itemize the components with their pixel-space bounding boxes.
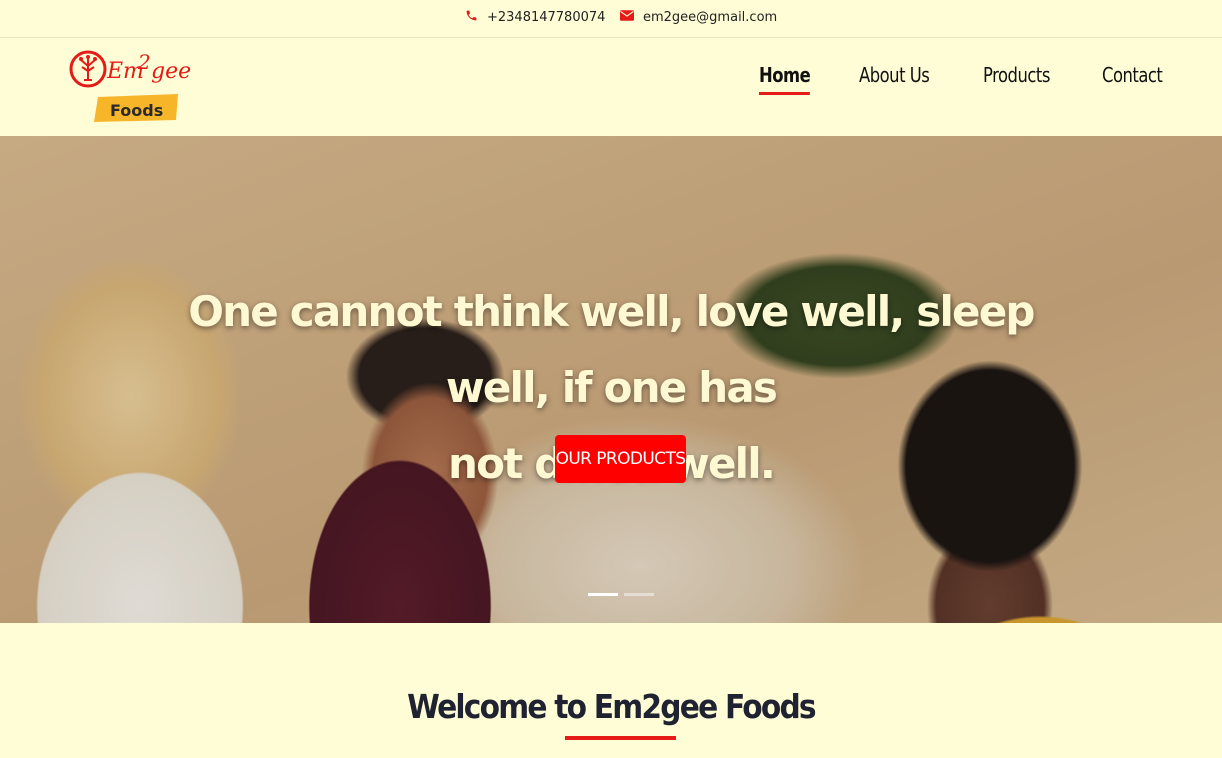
svg-text:Foods: Foods bbox=[110, 101, 163, 120]
carousel-indicator-2[interactable] bbox=[624, 593, 654, 596]
email-contact[interactable]: em2gee@gmail.com bbox=[620, 9, 777, 25]
nav-contact[interactable]: Contact bbox=[1102, 63, 1163, 99]
phone-icon bbox=[465, 9, 478, 26]
title-underline bbox=[565, 736, 676, 740]
our-products-button[interactable]: OUR PRODUCTS bbox=[555, 435, 686, 483]
email-address: em2gee@gmail.com bbox=[643, 9, 778, 25]
phone-number: +2348147780074 bbox=[487, 9, 606, 25]
svg-text:2: 2 bbox=[137, 50, 151, 74]
brand-logo[interactable]: Em 2 gee Foods bbox=[68, 44, 198, 124]
nav-about-us[interactable]: About Us bbox=[859, 63, 930, 99]
hero-carousel: One cannot think well, love well, sleep … bbox=[0, 136, 1222, 623]
nav-home[interactable]: Home bbox=[758, 63, 810, 99]
contact-bar: +2348147780074 em2gee@gmail.com bbox=[0, 0, 1222, 38]
welcome-section: Welcome to Em2gee Foods bbox=[0, 623, 1222, 758]
site-header: Em 2 gee Foods Home About Us Products Co… bbox=[0, 39, 1222, 136]
envelope-icon bbox=[620, 9, 634, 25]
hero-quote-line-1: One cannot think well, love well, sleep … bbox=[188, 287, 1035, 412]
carousel-indicator-1[interactable] bbox=[588, 593, 618, 596]
welcome-title: Welcome to Em2gee Foods bbox=[407, 687, 816, 726]
phone-contact[interactable]: +2348147780074 bbox=[465, 9, 605, 25]
svg-text:gee: gee bbox=[151, 59, 191, 84]
main-nav: Home About Us Products Contact bbox=[758, 63, 1176, 99]
carousel-indicators bbox=[588, 593, 654, 596]
nav-products[interactable]: Products bbox=[983, 63, 1050, 99]
